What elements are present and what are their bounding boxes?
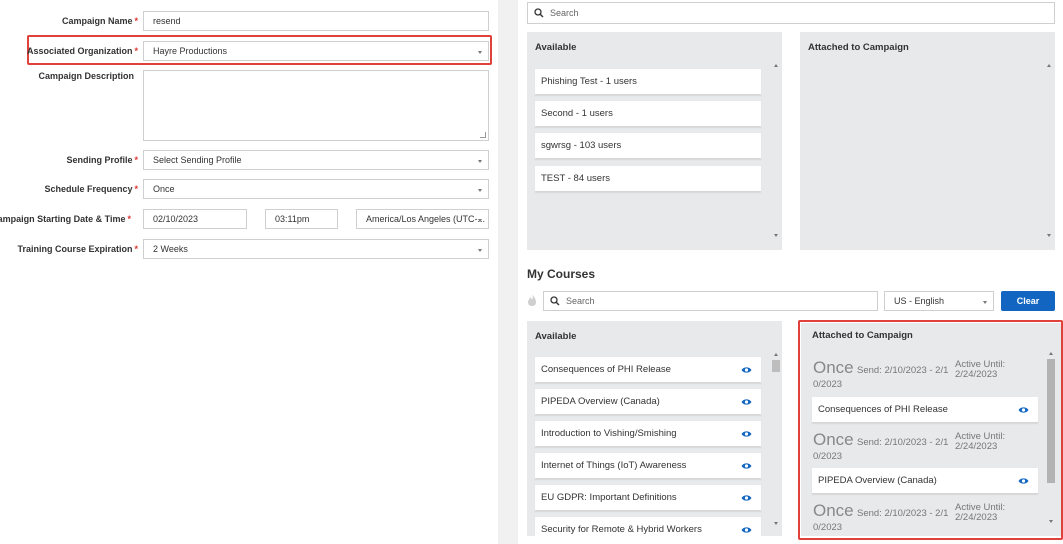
scroll-up-icon[interactable]: [774, 353, 778, 356]
send-range: Send: 2/10/2023 - 2/1: [857, 365, 949, 376]
schedule-entry: Once Send: 2/10/2023 - 2/1 0/2023 Active…: [813, 430, 1035, 466]
send-range-cont: 0/2023: [813, 522, 843, 533]
eye-icon[interactable]: [741, 366, 752, 374]
timezone-select[interactable]: America/Los Angeles (UTC-...: [356, 209, 489, 229]
eye-icon[interactable]: [741, 430, 752, 438]
scroll-down-icon[interactable]: [1047, 234, 1051, 237]
group-item[interactable]: Second - 1 users: [535, 101, 761, 127]
eye-icon[interactable]: [741, 398, 752, 406]
expiration-label: Training Course Expiration *: [17, 244, 138, 254]
start-label: Campaign Starting Date & Time *: [0, 214, 131, 224]
attached-course-item[interactable]: PIPEDA Overview (Canada): [812, 468, 1038, 494]
eye-icon[interactable]: [741, 526, 752, 534]
active-until: Active Until: 2/24/2023: [955, 359, 1006, 380]
scroll-up-icon[interactable]: [774, 64, 778, 67]
scroll-down-icon[interactable]: [1049, 520, 1053, 523]
description-label: Campaign Description: [38, 71, 134, 81]
schedule-entry: Once Send: 2/10/2023 - 2/1 0/2023 Active…: [813, 358, 1035, 394]
flame-icon: [528, 294, 536, 306]
eye-icon[interactable]: [1018, 477, 1029, 485]
groups-available-panel: Available Phishing Test - 1 users Second…: [527, 32, 782, 250]
attached-course-item[interactable]: Consequences of PHI Release: [812, 397, 1038, 423]
courses-attached-title: Attached to Campaign: [812, 330, 913, 341]
scroll-up-icon[interactable]: [1049, 352, 1053, 355]
scroll-up-icon[interactable]: [1047, 64, 1051, 67]
course-item[interactable]: Consequences of PHI Release: [535, 357, 761, 383]
courses-available-panel: Available Consequences of PHI Release PI…: [527, 321, 782, 536]
groups-attached-title: Attached to Campaign: [808, 42, 909, 53]
eye-icon[interactable]: [1018, 406, 1029, 414]
campaign-name-input[interactable]: resend: [143, 11, 489, 31]
schedule-frequency-label: Schedule Frequency *: [44, 184, 138, 194]
group-item[interactable]: Phishing Test - 1 users: [535, 69, 761, 95]
scroll-down-icon[interactable]: [774, 234, 778, 237]
courses-available-title: Available: [535, 331, 577, 342]
organization-label: Associated Organization *: [26, 46, 138, 56]
eye-icon[interactable]: [741, 494, 752, 502]
scroll-down-icon[interactable]: [774, 522, 778, 525]
send-range: Send: 2/10/2023 - 2/1: [857, 508, 949, 519]
course-item[interactable]: Introduction to Vishing/Smishing: [535, 421, 761, 447]
eye-icon[interactable]: [741, 462, 752, 470]
campaign-name-label: Campaign Name *: [61, 16, 138, 26]
description-textarea[interactable]: [143, 70, 489, 141]
courses-attached-panel: Attached to Campaign Once Send: 2/10/202…: [801, 323, 1062, 536]
language-select[interactable]: US - English: [884, 291, 994, 311]
send-range-cont: 0/2023: [813, 379, 843, 390]
column-divider: [498, 0, 518, 544]
scrollbar-thumb[interactable]: [1047, 359, 1055, 483]
course-item[interactable]: Security for Remote & Hybrid Workers: [535, 517, 761, 536]
resize-grip[interactable]: [480, 132, 486, 138]
group-item[interactable]: TEST - 84 users: [535, 166, 761, 192]
scrollbar-thumb[interactable]: [772, 360, 780, 372]
expiration-select[interactable]: 2 Weeks: [143, 239, 489, 259]
course-item[interactable]: PIPEDA Overview (Canada): [535, 389, 761, 415]
frequency-label: Once: [813, 430, 854, 449]
active-until: Active Until: 2/24/2023: [955, 431, 1006, 452]
start-date-input[interactable]: 02/10/2023: [143, 209, 247, 229]
search-icon: [550, 296, 560, 306]
send-range-cont: 0/2023: [813, 451, 843, 462]
search-icon: [534, 8, 544, 18]
organization-select[interactable]: Hayre Productions: [143, 41, 489, 61]
start-time-input[interactable]: 03:11pm: [265, 209, 338, 229]
frequency-label: Once: [813, 501, 854, 520]
frequency-label: Once: [813, 358, 854, 377]
sending-profile-select[interactable]: Select Sending Profile: [143, 150, 489, 170]
groups-attached-panel: Attached to Campaign: [800, 32, 1055, 250]
groups-search-input[interactable]: Search: [527, 2, 1055, 24]
send-range: Send: 2/10/2023 - 2/1: [857, 437, 949, 448]
schedule-frequency-select[interactable]: Once: [143, 179, 489, 199]
schedule-entry: Once Send: 2/10/2023 - 2/1 0/2023 Active…: [813, 501, 1035, 536]
group-item[interactable]: sgwrsg - 103 users: [535, 133, 761, 159]
course-item[interactable]: EU GDPR: Important Definitions: [535, 485, 761, 511]
sending-profile-label: Sending Profile *: [66, 155, 138, 165]
my-courses-heading: My Courses: [527, 267, 596, 281]
courses-search-input[interactable]: Search: [543, 291, 878, 311]
course-item[interactable]: Internet of Things (IoT) Awareness: [535, 453, 761, 479]
clear-button[interactable]: Clear: [1001, 291, 1055, 311]
groups-available-title: Available: [535, 42, 577, 53]
active-until: Active Until: 2/24/2023: [955, 502, 1006, 523]
